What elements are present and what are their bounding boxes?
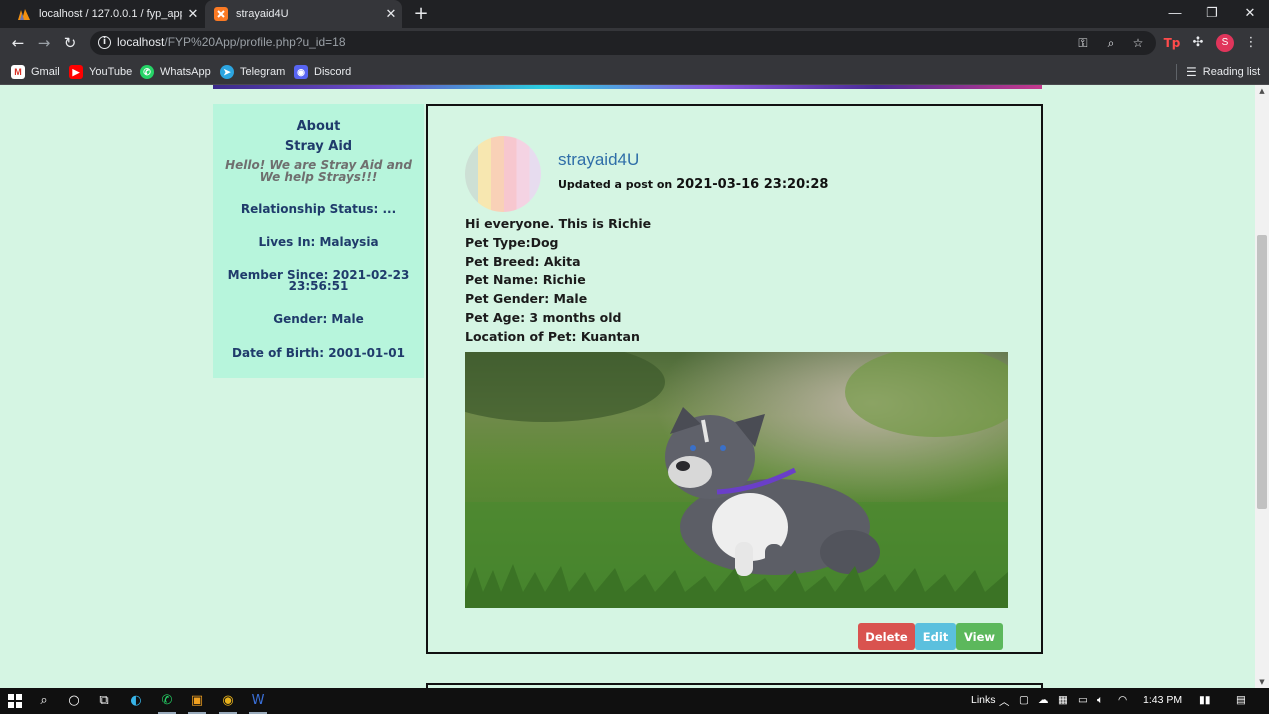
close-icon[interactable]: ✕ [182, 6, 204, 22]
chrome-icon[interactable]: ◉ [216, 691, 240, 714]
lives-in: Lives In: Malaysia [258, 235, 379, 249]
url-text: localhost/FYP%20App/profile.php?u_id=18 [117, 35, 346, 49]
cover-banner [213, 85, 1042, 89]
discord-icon: ◉ [294, 64, 308, 79]
whatsapp-icon: ✆ [140, 64, 154, 79]
close-icon[interactable]: ✕ [380, 6, 402, 22]
wifi-icon[interactable]: ◠ [1118, 694, 1127, 706]
relationship-status: Relationship Status: ... [240, 202, 397, 216]
post-actions: Delete Edit View [858, 623, 1003, 650]
post-card: strayaid4U Updated a post on 2021-03-16 … [426, 104, 1043, 654]
about-panel: About Stray Aid Hello! We are Stray Aid … [213, 104, 424, 378]
scroll-up-icon[interactable]: ▲ [1255, 85, 1269, 97]
view-button[interactable]: View [956, 623, 1003, 650]
search-icon[interactable]: ⌕ [32, 691, 56, 711]
sublime-icon[interactable]: ▣ [185, 691, 209, 714]
delete-button[interactable]: Delete [858, 623, 915, 650]
security-icon[interactable]: ▦ [1058, 694, 1068, 706]
forward-icon[interactable]: → [34, 33, 54, 53]
task-view-icon[interactable]: ⧉ [92, 691, 116, 711]
post-description: Hi everyone. This is Richie Pet Type:Dog… [465, 215, 651, 347]
post-updated: Updated a post on 2021-03-16 23:20:28 [558, 177, 829, 192]
post-line: Hi everyone. This is Richie [465, 216, 652, 231]
back-icon[interactable]: ← [8, 33, 28, 53]
browser-toolbar: ← → ↻ i localhost/FYP%20App/profile.php?… [0, 28, 1269, 58]
post-line: Pet Name: Richie [465, 272, 586, 288]
windows-start-icon[interactable] [3, 691, 27, 711]
avatar[interactable] [465, 136, 541, 212]
scroll-down-icon[interactable]: ▼ [1255, 676, 1269, 688]
reading-list[interactable]: ☰ Reading list [1176, 63, 1260, 80]
zoom-icon[interactable]: ⌕ [1103, 35, 1119, 51]
edge-icon[interactable]: ◐ [124, 691, 148, 711]
about-heading: About [296, 119, 341, 134]
gender: Gender: Male [273, 312, 364, 326]
info-icon[interactable]: i [98, 36, 111, 49]
scrollbar-thumb[interactable] [1257, 235, 1267, 509]
links-toolbar[interactable]: Links [971, 694, 996, 706]
tab-phpmyadmin[interactable]: localhost / 127.0.0.1 / fyp_app / u ✕ [8, 0, 204, 28]
bookmarks-bar: M Gmail ▶ YouTube ✆ WhatsApp ➤ Telegram … [0, 58, 1269, 85]
language-icon[interactable]: ▮▮ [1199, 694, 1211, 706]
post-line: Pet Breed: Akita [465, 253, 581, 269]
post-photo [465, 352, 1008, 608]
dog-photo-image [465, 352, 1008, 608]
cortana-icon[interactable]: ○ [62, 691, 86, 711]
date-of-birth: Date of Birth: 2001-01-01 [232, 346, 405, 360]
youtube-icon: ▶ [69, 64, 83, 79]
post-line: Location of Pet: Kuantan [465, 328, 640, 344]
meet-now-icon[interactable]: ▢ [1019, 694, 1029, 706]
extension-tp-icon[interactable]: Tp [1163, 34, 1181, 52]
post-username[interactable]: strayaid4U [558, 150, 639, 170]
xampp-icon [214, 7, 228, 21]
new-tab-icon[interactable]: + [410, 3, 432, 25]
bookmark-whatsapp[interactable]: ✆ WhatsApp [140, 63, 211, 80]
notifications-icon[interactable]: ▤ [1236, 694, 1246, 706]
star-icon[interactable]: ☆ [1130, 35, 1146, 51]
tab-title: strayaid4U [236, 8, 289, 20]
word-icon[interactable]: W [246, 691, 270, 714]
clock[interactable]: 1:43 PM [1143, 694, 1182, 706]
volume-icon[interactable]: 🔈︎ [1097, 694, 1103, 707]
bookmark-telegram[interactable]: ➤ Telegram [220, 63, 285, 80]
reload-icon[interactable]: ↻ [60, 33, 80, 53]
window-close-icon[interactable]: ✕ [1231, 0, 1269, 28]
bookmark-youtube[interactable]: ▶ YouTube [69, 63, 132, 80]
battery-icon[interactable]: ▭ [1078, 694, 1088, 706]
edit-button[interactable]: Edit [915, 623, 956, 650]
phpmyadmin-icon [18, 9, 30, 20]
bookmark-gmail[interactable]: M Gmail [11, 63, 60, 80]
gmail-icon: M [11, 64, 25, 79]
profile-avatar[interactable]: S [1216, 34, 1234, 52]
whatsapp-taskbar-icon[interactable]: ✆ [155, 691, 179, 714]
minimize-icon[interactable]: — [1156, 0, 1194, 28]
restore-icon[interactable]: ❐ [1193, 0, 1231, 28]
member-since: Member Since: 2021-02-23 23:56:51 [227, 268, 410, 293]
about-name: Stray Aid [284, 139, 353, 154]
reading-list-icon: ☰ [1186, 64, 1197, 79]
post-timestamp: 2021-03-16 23:20:28 [676, 177, 829, 192]
post-line: Pet Type:Dog [465, 234, 559, 250]
menu-kebab-icon[interactable]: ⋮ [1242, 34, 1260, 52]
windows-taskbar: ⌕ ○ ⧉ ◐ ✆ ▣ ◉ W Links ︿ ▢ ☁ ▦ ▭ 🔈︎ ◠ 1:4… [0, 688, 1269, 714]
post-line: Pet Age: 3 months old [465, 309, 622, 325]
onedrive-icon[interactable]: ☁ [1038, 694, 1049, 706]
extensions-puzzle-icon[interactable]: ✣ [1189, 34, 1207, 52]
telegram-icon: ➤ [220, 64, 234, 79]
chevron-up-icon[interactable]: ︿ [999, 694, 1010, 709]
post-line: Pet Gender: Male [465, 291, 588, 307]
tab-title: localhost / 127.0.0.1 / fyp_app / u [39, 8, 182, 20]
key-icon[interactable]: ⚿ [1075, 35, 1091, 51]
about-bio: Hello! We are Stray Aid and We help Stra… [225, 158, 412, 184]
address-bar[interactable]: i localhost/FYP%20App/profile.php?u_id=1… [90, 31, 1156, 55]
bookmark-discord[interactable]: ◉ Discord [294, 63, 351, 80]
tab-strayaid[interactable]: strayaid4U ✕ [205, 0, 402, 28]
page-scrollbar[interactable]: ▲ ▼ [1255, 85, 1269, 688]
tab-strip: localhost / 127.0.0.1 / fyp_app / u ✕ st… [0, 0, 1269, 28]
